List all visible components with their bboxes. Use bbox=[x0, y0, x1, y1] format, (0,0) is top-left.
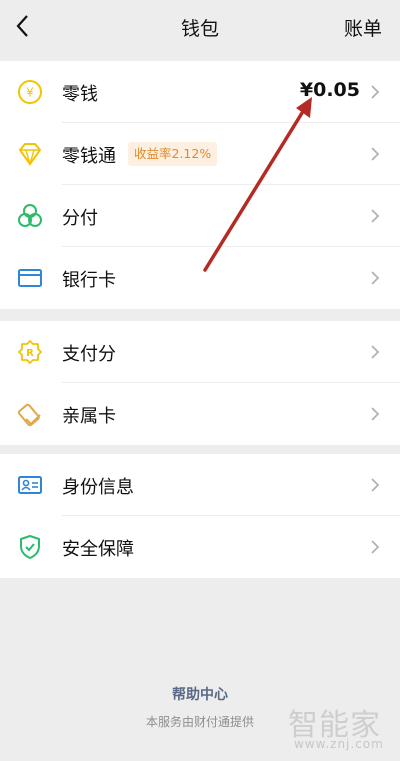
wallet-group-1: ¥ 零钱 ¥0.05 零钱通 收益率2.12% 分付 银行卡 bbox=[0, 61, 400, 309]
row-label: 零钱 bbox=[62, 84, 98, 105]
id-card-icon bbox=[18, 476, 42, 494]
chevron-right-icon bbox=[371, 85, 380, 99]
bill-button[interactable]: 账单 bbox=[344, 14, 382, 41]
row-fenfu[interactable]: 分付 bbox=[0, 185, 400, 247]
fenfu-icon bbox=[18, 204, 42, 227]
diamond-icon bbox=[19, 143, 41, 167]
wallet-group-2: R 支付分 亲属卡 bbox=[0, 321, 400, 445]
balance-amount: ¥0.05 bbox=[299, 79, 360, 101]
row-identity[interactable]: 身份信息 bbox=[0, 454, 400, 516]
row-payscore[interactable]: R 支付分 bbox=[0, 321, 400, 383]
row-bank-card[interactable]: 银行卡 bbox=[0, 247, 400, 309]
svg-text:¥: ¥ bbox=[26, 86, 34, 100]
row-change[interactable]: ¥ 零钱 ¥0.05 bbox=[0, 61, 400, 123]
row-label: 银行卡 bbox=[62, 270, 116, 291]
row-lingqiantong[interactable]: 零钱通 收益率2.12% bbox=[0, 123, 400, 185]
family-card-icon bbox=[17, 403, 41, 427]
bank-card-icon bbox=[18, 269, 42, 287]
row-family-card[interactable]: 亲属卡 bbox=[0, 383, 400, 445]
chevron-right-icon bbox=[371, 540, 380, 554]
row-label: 支付分 bbox=[62, 344, 116, 365]
chevron-right-icon bbox=[371, 345, 380, 359]
row-label: 亲属卡 bbox=[62, 406, 116, 427]
page-title: 钱包 bbox=[180, 18, 219, 40]
row-label: 分付 bbox=[62, 208, 98, 229]
row-label: 身份信息 bbox=[62, 477, 134, 498]
row-label: 零钱通 bbox=[62, 146, 116, 167]
watermark-url: www.znj.com bbox=[294, 737, 384, 751]
yuan-coin-icon: ¥ bbox=[18, 80, 42, 104]
wallet-group-3: 身份信息 安全保障 bbox=[0, 454, 400, 578]
chevron-right-icon bbox=[371, 478, 380, 492]
shield-check-icon bbox=[20, 535, 40, 559]
row-label: 安全保障 bbox=[62, 539, 134, 560]
chevron-right-icon bbox=[371, 271, 380, 285]
payscore-badge-icon: R bbox=[18, 340, 42, 364]
chevron-right-icon bbox=[371, 407, 380, 421]
svg-text:R: R bbox=[26, 348, 34, 359]
yield-badge: 收益率2.12% bbox=[128, 142, 218, 166]
row-security[interactable]: 安全保障 bbox=[0, 516, 400, 578]
chevron-right-icon bbox=[371, 209, 380, 223]
top-bar: 钱包 账单 bbox=[0, 0, 400, 56]
chevron-right-icon bbox=[371, 147, 380, 161]
